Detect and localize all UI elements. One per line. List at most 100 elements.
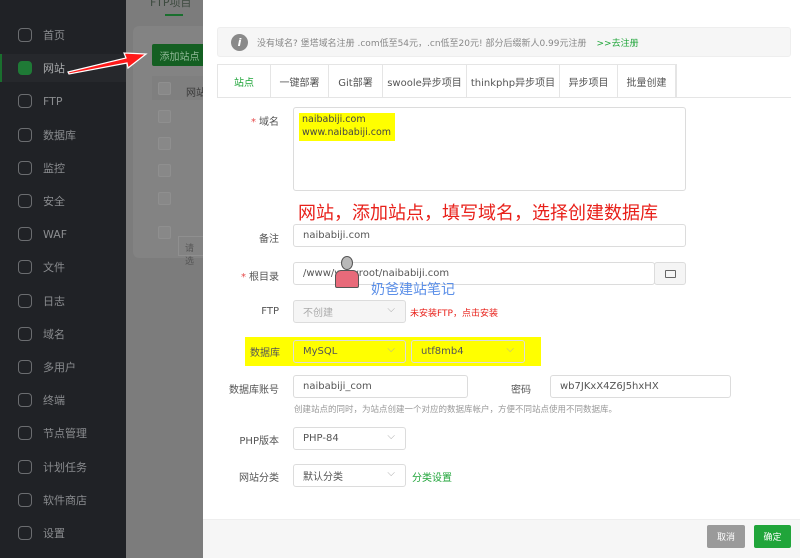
sidebar-item[interactable]: 日志 <box>0 287 126 315</box>
category-label: 网站分类 <box>239 473 279 484</box>
sidebar-item[interactable]: 设置 <box>0 519 126 547</box>
sidebar-item-label: 设置 <box>43 527 65 540</box>
log-icon <box>18 293 32 308</box>
sidebar-item[interactable]: 首页 <box>0 21 126 49</box>
sidebar-item[interactable]: 文件 <box>0 253 126 281</box>
sidebar-item[interactable]: WAF <box>0 220 126 248</box>
tab-deploy[interactable]: 一键部署 <box>271 65 329 98</box>
checkbox[interactable] <box>158 137 171 150</box>
sidebar-item-label: 网站 <box>43 62 65 76</box>
folder-icon <box>18 260 32 275</box>
tab-batch[interactable]: 批量创建 <box>618 65 676 98</box>
domain-line: naibabiji.com <box>302 114 366 125</box>
password-label: 密码 <box>511 385 531 396</box>
sidebar: 首页网站 FTP 数据库监控安全 WAF 文件日志域名多用户终端节点管理计划任务软件商店… <box>0 0 126 558</box>
tab-site[interactable]: 站点 <box>218 65 271 98</box>
folder-icon <box>664 269 676 278</box>
domain-label: 域名 <box>259 117 279 128</box>
sidebar-item-label: 计划任务 <box>43 460 87 474</box>
calendar-icon <box>18 459 32 474</box>
password-input[interactable]: wb7JKxX4Z6J5hxHX <box>550 375 731 398</box>
sidebar-item-label: 节点管理 <box>43 427 87 441</box>
checkbox[interactable] <box>158 82 171 95</box>
charset-select[interactable]: utf8mb4 <box>411 340 525 363</box>
waf-icon <box>18 227 32 242</box>
db-account-input[interactable]: naibabiji_com <box>293 375 468 398</box>
tab-thinkphp[interactable]: thinkphp异步项目 <box>467 65 560 98</box>
monitor-icon <box>18 160 32 175</box>
node-icon <box>18 426 32 441</box>
folder-button[interactable] <box>654 262 686 285</box>
sidebar-item-label: 域名 <box>43 327 65 341</box>
sidebar-item[interactable]: 域名 <box>0 320 126 348</box>
red-arrow-annotation <box>67 52 148 75</box>
sidebar-item-label: 文件 <box>43 261 65 275</box>
add-site-dialog: i 没有域名? 堡塔域名注册 .com低至54元，.cn低至20元! 部分后缀新… <box>203 0 800 558</box>
ftp-icon <box>18 94 32 109</box>
checkbox[interactable] <box>158 226 171 239</box>
ftp-label: FTP <box>261 306 279 317</box>
remark-label: 备注 <box>259 234 279 245</box>
category-select[interactable]: 默认分类 <box>293 464 406 487</box>
db-account-label: 数据库账号 <box>229 385 279 396</box>
checkbox[interactable] <box>158 110 171 123</box>
database-type-select[interactable]: MySQL <box>293 340 406 363</box>
sidebar-item[interactable]: 数据库 <box>0 121 126 149</box>
cancel-button[interactable]: 取消 <box>707 525 745 548</box>
info-icon: i <box>231 33 248 51</box>
sidebar-item-label: 软件商店 <box>43 493 87 507</box>
domain-line: www.naibabiji.com <box>302 127 392 138</box>
sidebar-item-label: 多用户 <box>43 361 76 374</box>
terminal-icon <box>18 393 32 408</box>
ftp-install-link[interactable]: 未安装FTP，点击安装 <box>410 306 498 319</box>
divider <box>217 97 791 98</box>
confirm-button[interactable]: 确定 <box>754 525 791 548</box>
sidebar-item-label: 终端 <box>43 394 65 408</box>
db-hint: 创建站点的同时，为站点创建一个对应的数据库帐户，方便不同站点使用不同数据库。 <box>294 405 618 415</box>
sidebar-item[interactable]: 终端 <box>0 386 126 414</box>
sidebar-item-label: WAF <box>43 227 68 241</box>
annotation-text: 网站，添加站点，填写域名，选择创建数据库 <box>298 203 658 224</box>
add-site-button[interactable]: 添加站点 <box>152 44 207 66</box>
tab-git[interactable]: Git部署 <box>329 65 383 98</box>
database-icon <box>18 127 32 142</box>
tab-underline <box>165 14 183 16</box>
notice-bar: i 没有域名? 堡塔域名注册 .com低至54元，.cn低至20元! 部分后缀新… <box>217 27 791 57</box>
store-icon <box>18 492 32 507</box>
sidebar-item-label: 安全 <box>43 195 65 208</box>
sidebar-item[interactable]: 软件商店 <box>0 486 126 514</box>
sidebar-item-label: 首页 <box>43 29 65 42</box>
sidebar-item-label: 数据库 <box>43 128 76 142</box>
watermark-logo <box>333 256 361 292</box>
dialog-footer: 取消 确定 <box>203 519 800 558</box>
category-settings-link[interactable]: 分类设置 <box>412 469 452 484</box>
sidebar-item[interactable]: 监控 <box>0 154 126 182</box>
sidebar-item-label: FTP <box>43 94 63 108</box>
php-version-select[interactable]: PHP-84 <box>293 427 406 450</box>
sidebar-item[interactable]: FTP <box>0 87 126 115</box>
home-icon <box>18 28 32 42</box>
root-label: 根目录 <box>249 272 279 283</box>
tab-bar: 站点 一键部署 Git部署 swoole异步项目 thinkphp异步项目 异步… <box>217 64 677 98</box>
sidebar-item-label: 监控 <box>43 161 65 175</box>
sidebar-item[interactable]: 节点管理 <box>0 419 126 447</box>
checkbox[interactable] <box>158 192 171 205</box>
sidebar-item[interactable]: 多用户 <box>0 353 126 381</box>
register-link[interactable]: >>去注册 <box>597 36 639 49</box>
website-icon <box>18 61 32 76</box>
notice-text: 没有域名? 堡塔域名注册 .com低至54元，.cn低至20元! 部分后缀新人0… <box>257 38 587 49</box>
watermark-text: 奶爸建站笔记 <box>371 282 455 298</box>
sidebar-item[interactable]: 安全 <box>0 187 126 215</box>
sidebar-item-label: 日志 <box>43 294 65 308</box>
sidebar-item[interactable]: 计划任务 <box>0 453 126 481</box>
tab-swoole[interactable]: swoole异步项目 <box>383 65 467 98</box>
users-icon <box>18 360 32 374</box>
shield-icon <box>18 194 32 208</box>
globe-icon <box>18 326 32 341</box>
ftp-select[interactable]: 不创建 <box>293 300 406 323</box>
checkbox[interactable] <box>158 164 171 177</box>
remark-input[interactable]: naibabiji.com <box>293 224 686 247</box>
background-tab: FTP项目 <box>150 0 192 9</box>
settings-icon <box>18 526 32 540</box>
tab-async[interactable]: 异步项目 <box>560 65 618 98</box>
